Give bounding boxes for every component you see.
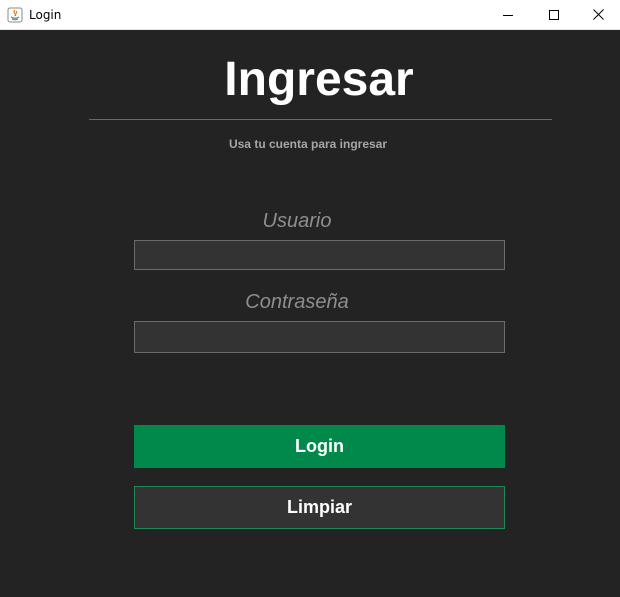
username-label: Usuario	[262, 210, 332, 232]
password-field[interactable]	[134, 321, 505, 353]
password-label: Contraseña	[245, 291, 349, 313]
login-window: Login Ingresar Usa tu cuenta para ingres…	[0, 0, 620, 597]
login-form: Ingresar Usa tu cuenta para ingresar Usu…	[0, 30, 620, 597]
maximize-icon	[549, 9, 559, 20]
minimize-button[interactable]	[485, 0, 531, 29]
title-bar[interactable]: Login	[0, 0, 620, 30]
subtitle: Usa tu cuenta para ingresar	[228, 137, 388, 151]
username-field[interactable]	[134, 240, 505, 270]
close-icon	[593, 9, 604, 20]
page-title: Ingresar	[224, 53, 414, 106]
clear-button[interactable]: Limpiar	[134, 486, 505, 529]
close-button[interactable]	[577, 0, 620, 29]
minimize-icon	[503, 14, 513, 16]
title-divider	[89, 119, 552, 120]
maximize-button[interactable]	[531, 0, 577, 29]
java-icon	[7, 7, 23, 23]
login-button[interactable]: Login	[134, 425, 505, 468]
window-title: Login	[29, 8, 62, 22]
